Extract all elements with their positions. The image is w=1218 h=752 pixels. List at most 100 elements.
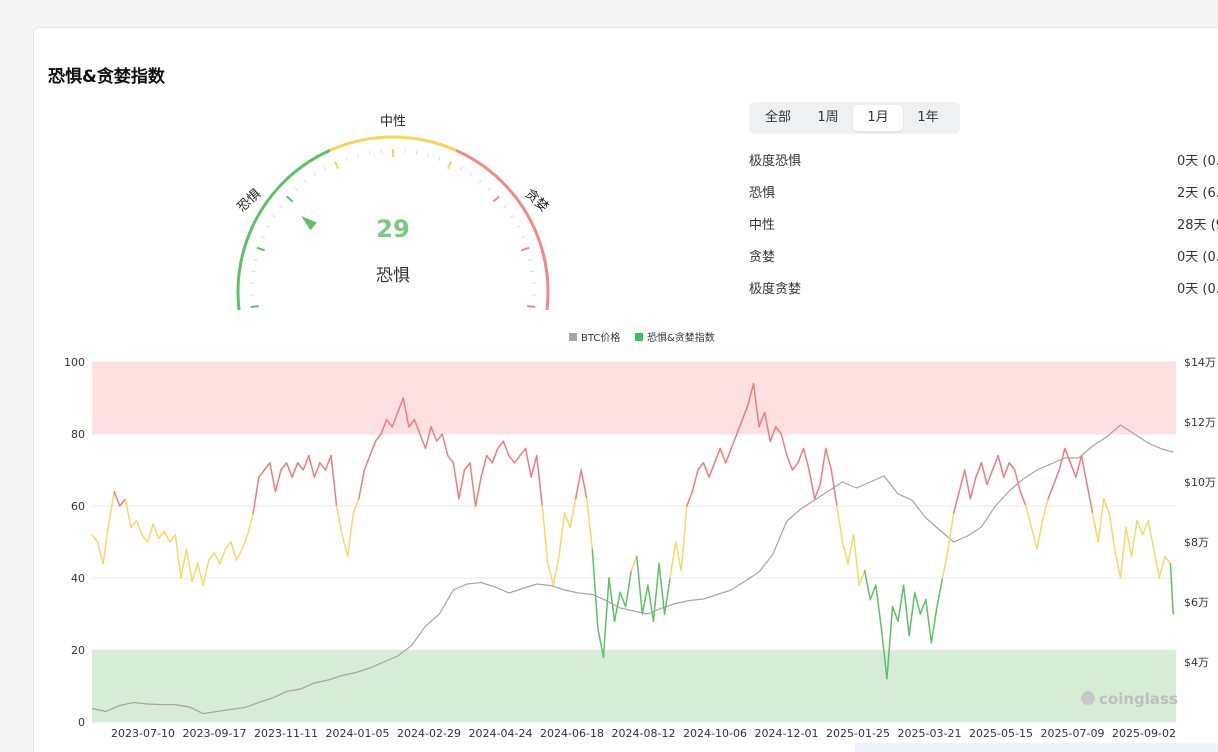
x-tick-label: 2024-01-05	[326, 727, 390, 740]
fear-greed-segment	[252, 476, 260, 514]
y-left-tick-label: 40	[71, 572, 85, 585]
fear-greed-segment	[847, 534, 855, 565]
fear-greed-segment	[1119, 526, 1127, 579]
fear-greed-segment	[491, 447, 499, 464]
fear-greed-segment	[363, 454, 371, 471]
gauge-tick	[286, 195, 294, 203]
fear-greed-segment	[808, 469, 816, 500]
fear-greed-segment	[302, 454, 310, 471]
gauge-tick	[256, 246, 265, 252]
fear-greed-segment	[875, 584, 883, 630]
fear-greed-segment	[280, 462, 288, 471]
y-left-tick-label: 60	[71, 500, 85, 513]
fear-greed-segment	[708, 462, 716, 478]
fear-greed-segment	[263, 462, 271, 471]
fear-greed-segment	[485, 454, 493, 464]
fear-greed-segment	[574, 469, 582, 500]
fear-greed-segment	[602, 577, 610, 658]
y-right-tick-label: $12万	[1184, 416, 1216, 429]
fear-greed-segment	[196, 562, 204, 586]
stat-row-greed: 贪婪 0天 (0.0	[749, 246, 1218, 266]
gauge-status: 恐惧	[376, 266, 410, 286]
fear-greed-segment	[163, 530, 171, 543]
fear-greed-segment	[335, 505, 343, 536]
fear-greed-segment	[613, 591, 621, 622]
fear-greed-segment	[1025, 505, 1033, 529]
fear-greed-segment	[1008, 462, 1016, 471]
gauge-pointer-icon	[301, 216, 317, 231]
fear-greed-chart: 0 20 40 60 80 100 $4万 $6万 $8万 $10万 $12万 $14万 2023-07…	[64, 331, 1216, 740]
fear-greed-segment	[374, 433, 382, 442]
fear-greed-segment	[713, 447, 721, 464]
gauge-tick	[510, 214, 515, 218]
legend-label-fear-greed: 恐惧&贪婪指数	[647, 331, 715, 344]
tab-1year[interactable]: 1年	[903, 105, 953, 131]
gauge-tick	[415, 150, 418, 156]
y-left-tick-label: 100	[64, 356, 85, 369]
gauge-tick	[266, 225, 271, 229]
fear-greed-segment	[624, 570, 632, 608]
x-tick-label: 2025-01-25	[826, 727, 890, 740]
gauge-tick	[368, 150, 371, 156]
fear-greed-segment	[213, 552, 221, 565]
tab-1month[interactable]: 1月	[853, 105, 903, 131]
y-right-tick-label: $8万	[1184, 536, 1209, 549]
fear-greed-segment	[458, 469, 466, 500]
fear-greed-segment	[724, 447, 733, 464]
fear-greed-segment	[524, 447, 532, 478]
fear-greed-segment	[841, 541, 849, 565]
fear-greed-segment	[786, 454, 794, 471]
fear-greed-segment	[991, 454, 999, 471]
fear-greed-segment	[608, 577, 616, 622]
extreme-greed-band	[92, 362, 1176, 434]
y-right-tick-label: $4万	[1184, 656, 1209, 669]
gauge-tick	[356, 153, 359, 158]
fear-greed-segment	[975, 462, 983, 478]
fear-greed-segment	[908, 591, 916, 637]
x-tick-label: 2025-07-09	[1041, 727, 1105, 740]
fear-greed-segment	[825, 447, 833, 471]
tab-1week[interactable]: 1周	[803, 105, 853, 131]
fear-greed-segment	[157, 530, 166, 540]
tab-all[interactable]: 全部	[753, 105, 803, 131]
stat-label: 恐惧	[749, 186, 776, 201]
gauge-tick	[333, 160, 340, 170]
fear-greed-segment	[836, 505, 844, 543]
fear-greed-segment	[530, 454, 538, 478]
gauge-zone-label: 中性	[380, 115, 406, 130]
fear-greed-segment	[202, 559, 210, 586]
stat-value: 2天 (6.6	[1177, 186, 1218, 201]
fear-greed-segment	[474, 476, 482, 507]
fear-greed-segment	[947, 512, 955, 550]
gauge-tick	[260, 236, 266, 239]
gauge-tick	[492, 195, 500, 203]
fear-greed-segment	[869, 584, 877, 601]
fear-greed-segment	[674, 541, 683, 572]
gauge-tick	[446, 160, 453, 170]
fear-greed-segment	[1069, 462, 1077, 478]
fear-greed-segment	[1075, 454, 1083, 478]
fear-greed-segment	[719, 447, 727, 464]
x-tick-label: 2025-03-21	[898, 727, 962, 740]
fear-greed-segment	[1169, 562, 1174, 615]
fear-greed-segment	[791, 462, 799, 471]
fear-greed-segment	[1047, 483, 1055, 500]
fear-greed-segment	[508, 454, 516, 464]
page-title: 恐惧&贪婪指数	[48, 67, 165, 87]
fear-greed-segment	[697, 462, 705, 471]
fear-greed-segment	[1097, 498, 1105, 543]
fear-greed-segment	[1136, 519, 1144, 536]
fear-greed-segment	[1125, 526, 1133, 558]
gauge-tick	[515, 225, 520, 229]
fear-greed-segment	[107, 490, 115, 525]
fear-greed-segment	[191, 562, 199, 583]
fear-greed-segment	[141, 534, 149, 543]
fear-greed-segment	[285, 462, 293, 478]
fear-greed-segment	[480, 454, 488, 478]
fear-greed-segment	[986, 469, 994, 486]
fear-greed-segment	[124, 498, 132, 529]
fear-greed-segment	[152, 523, 160, 540]
fear-greed-segment	[463, 462, 471, 471]
fear-greed-segment	[180, 548, 188, 579]
fear-greed-segment	[185, 548, 193, 583]
